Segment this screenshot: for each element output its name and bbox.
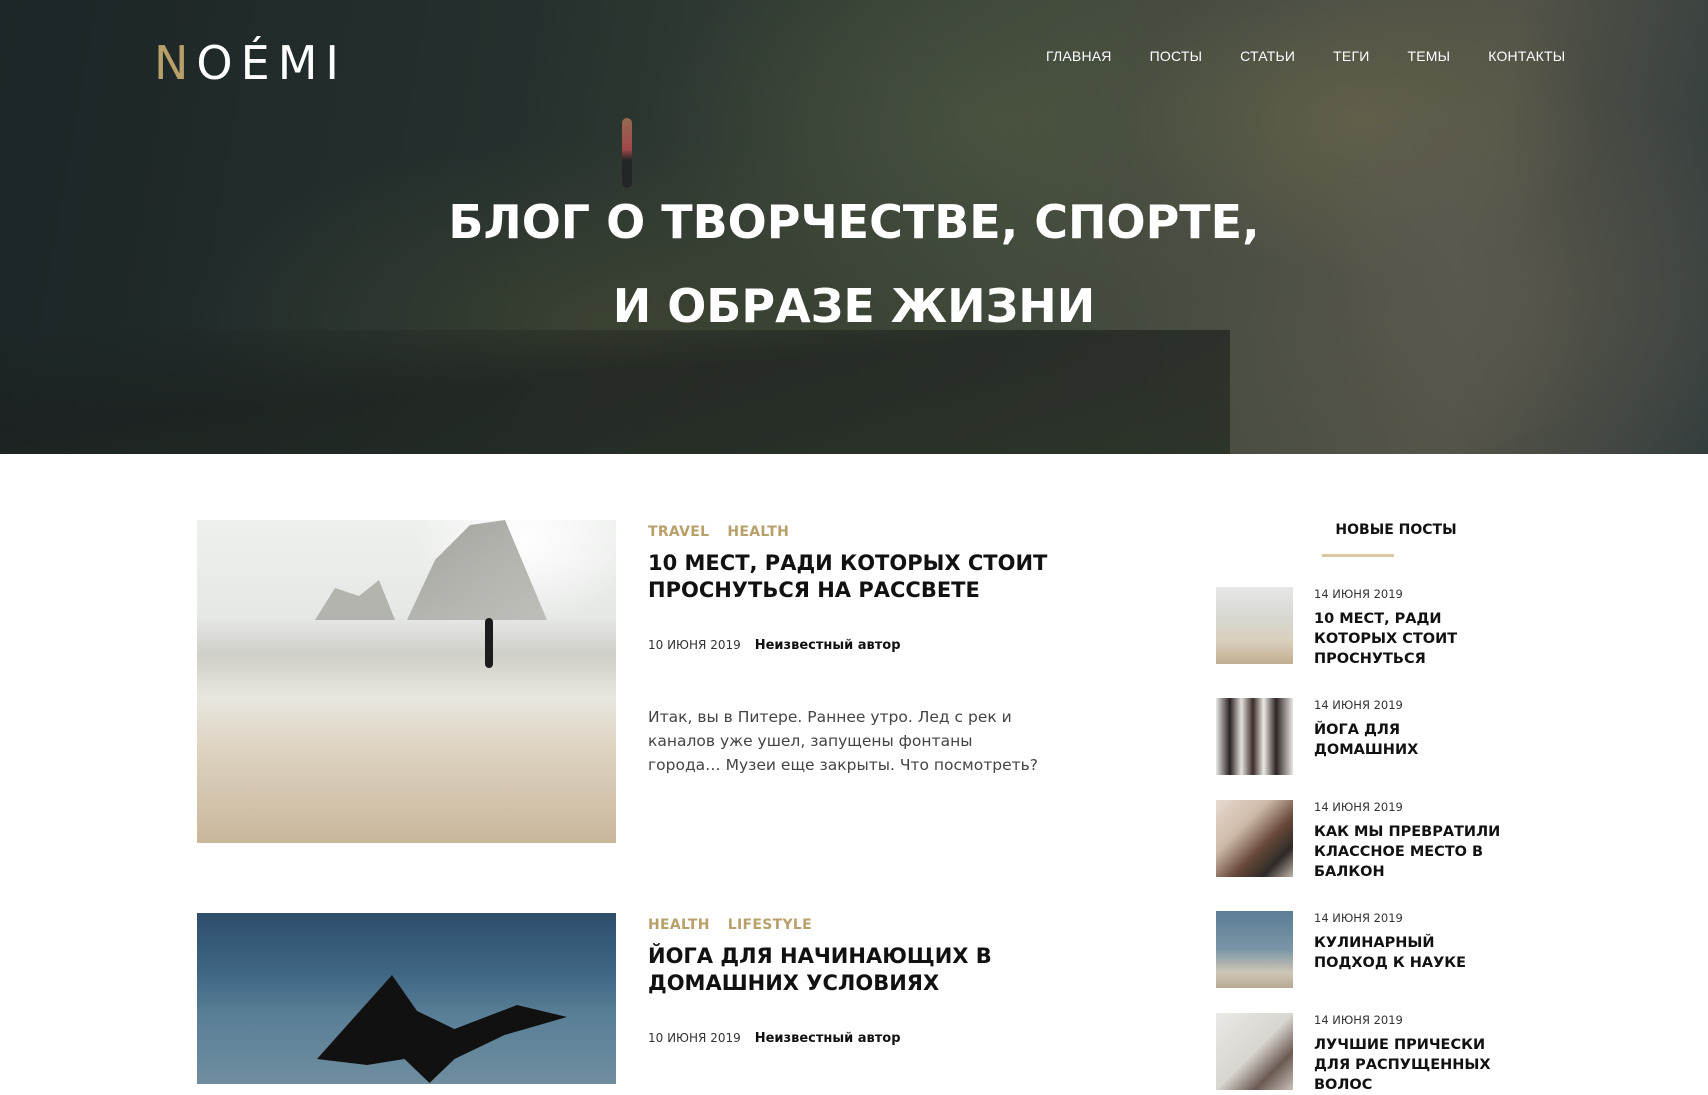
post-tags: TRAVEL HEALTH — [648, 524, 1048, 540]
post-body: HEALTH LIFESTYLE ЙОГА ДЛЯ НАЧИНАЮЩИХ В Д… — [648, 913, 1048, 1046]
image-rock — [315, 580, 395, 620]
sidebar-post-thumb[interactable] — [1216, 800, 1293, 877]
sidebar-post-title[interactable]: ЙОГА ДЛЯ ДОМАШНИХ — [1314, 720, 1504, 760]
sidebar-post-thumb[interactable] — [1216, 587, 1293, 664]
post-meta: 10 ИЮНЯ 2019 Неизвестный автор — [648, 638, 1048, 653]
logo-letter-n: N — [154, 36, 197, 90]
sidebar-post-date: 14 ИЮНЯ 2019 — [1314, 698, 1403, 712]
post-author[interactable]: Неизвестный автор — [755, 638, 901, 653]
tag-link[interactable]: HEALTH — [727, 524, 789, 540]
post-card: TRAVEL HEALTH 10 МЕСТ, РАДИ КОТОРЫХ СТОИ… — [197, 520, 1047, 850]
tag-link[interactable]: HEALTH — [648, 917, 710, 933]
post-excerpt: Итак, вы в Питере. Раннее утро. Лед с ре… — [648, 708, 1038, 774]
post-image[interactable] — [197, 520, 616, 843]
tag-link[interactable]: LIFESTYLE — [728, 917, 812, 933]
hero-title-line-1: БЛОГ О ТВОРЧЕСТВЕ, СПОРТЕ, — [448, 195, 1260, 249]
sidebar-post-thumb[interactable] — [1216, 698, 1293, 775]
sidebar-post-date: 14 ИЮНЯ 2019 — [1314, 911, 1403, 925]
sidebar-divider — [1322, 554, 1394, 557]
logo-rest: OÉMI — [196, 36, 347, 90]
post-meta: 10 ИЮНЯ 2019 Неизвестный автор — [648, 1031, 1048, 1046]
image-rock — [407, 520, 547, 620]
post-date: 10 ИЮНЯ 2019 — [648, 638, 741, 652]
site-logo[interactable]: NOÉMI — [154, 36, 347, 90]
post-author[interactable]: Неизвестный автор — [755, 1031, 901, 1046]
sidebar-recent-posts: НОВЫЕ ПОСТЫ 14 ИЮНЯ 2019 10 МЕСТ, РАДИ К… — [1216, 522, 1516, 1093]
hero-title-line-2: И ОБРАЗЕ ЖИЗНИ — [612, 279, 1096, 333]
tag-link[interactable]: TRAVEL — [648, 524, 709, 540]
sidebar-post-date: 14 ИЮНЯ 2019 — [1314, 587, 1403, 601]
image-person — [317, 975, 567, 1083]
sidebar-post-date: 14 ИЮНЯ 2019 — [1314, 800, 1403, 814]
nav-home[interactable]: ГЛАВНАЯ — [1046, 48, 1112, 64]
sidebar-post-thumb[interactable] — [1216, 911, 1293, 988]
hero-banner: NOÉMI ГЛАВНАЯ ПОСТЫ СТАТЬИ ТЕГИ ТЕМЫ КОН… — [0, 0, 1708, 454]
nav-contacts[interactable]: КОНТАКТЫ — [1488, 48, 1565, 64]
hero-title: БЛОГ О ТВОРЧЕСТВЕ, СПОРТЕ, И ОБРАЗЕ ЖИЗН… — [0, 180, 1708, 348]
image-person — [485, 618, 493, 668]
post-image[interactable] — [197, 913, 616, 1084]
sidebar-post-title[interactable]: КУЛИНАРНЫЙ ПОДХОД К НАУКЕ — [1314, 933, 1504, 973]
post-card: HEALTH LIFESTYLE ЙОГА ДЛЯ НАЧИНАЮЩИХ В Д… — [197, 913, 1047, 1084]
nav-posts[interactable]: ПОСТЫ — [1150, 48, 1203, 64]
sidebar-post-title[interactable]: ЛУЧШИЕ ПРИЧЕСКИ ДЛЯ РАСПУЩЕННЫХ ВОЛОС — [1314, 1035, 1504, 1095]
main-nav: ГЛАВНАЯ ПОСТЫ СТАТЬИ ТЕГИ ТЕМЫ КОНТАКТЫ — [1046, 48, 1565, 64]
post-body: TRAVEL HEALTH 10 МЕСТ, РАДИ КОТОРЫХ СТОИ… — [648, 520, 1048, 777]
sidebar-post-title[interactable]: 10 МЕСТ, РАДИ КОТОРЫХ СТОИТ ПРОСНУТЬСЯ — [1314, 609, 1504, 669]
sidebar-post-date: 14 ИЮНЯ 2019 — [1314, 1013, 1403, 1027]
nav-tags[interactable]: ТЕГИ — [1333, 48, 1369, 64]
post-title[interactable]: ЙОГА ДЛЯ НАЧИНАЮЩИХ В ДОМАШНИХ УСЛОВИЯХ — [648, 943, 1048, 997]
sidebar-post-title[interactable]: КАК МЫ ПРЕВРАТИЛИ КЛАССНОЕ МЕСТО В БАЛКО… — [1314, 822, 1504, 882]
post-tags: HEALTH LIFESTYLE — [648, 917, 1048, 933]
nav-articles[interactable]: СТАТЬИ — [1240, 48, 1295, 64]
sidebar-post-thumb[interactable] — [1216, 1013, 1293, 1090]
sidebar-title: НОВЫЕ ПОСТЫ — [1335, 522, 1457, 538]
nav-topics[interactable]: ТЕМЫ — [1408, 48, 1451, 64]
post-date: 10 ИЮНЯ 2019 — [648, 1031, 741, 1045]
post-title[interactable]: 10 МЕСТ, РАДИ КОТОРЫХ СТОИТ ПРОСНУТЬСЯ Н… — [648, 550, 1048, 604]
